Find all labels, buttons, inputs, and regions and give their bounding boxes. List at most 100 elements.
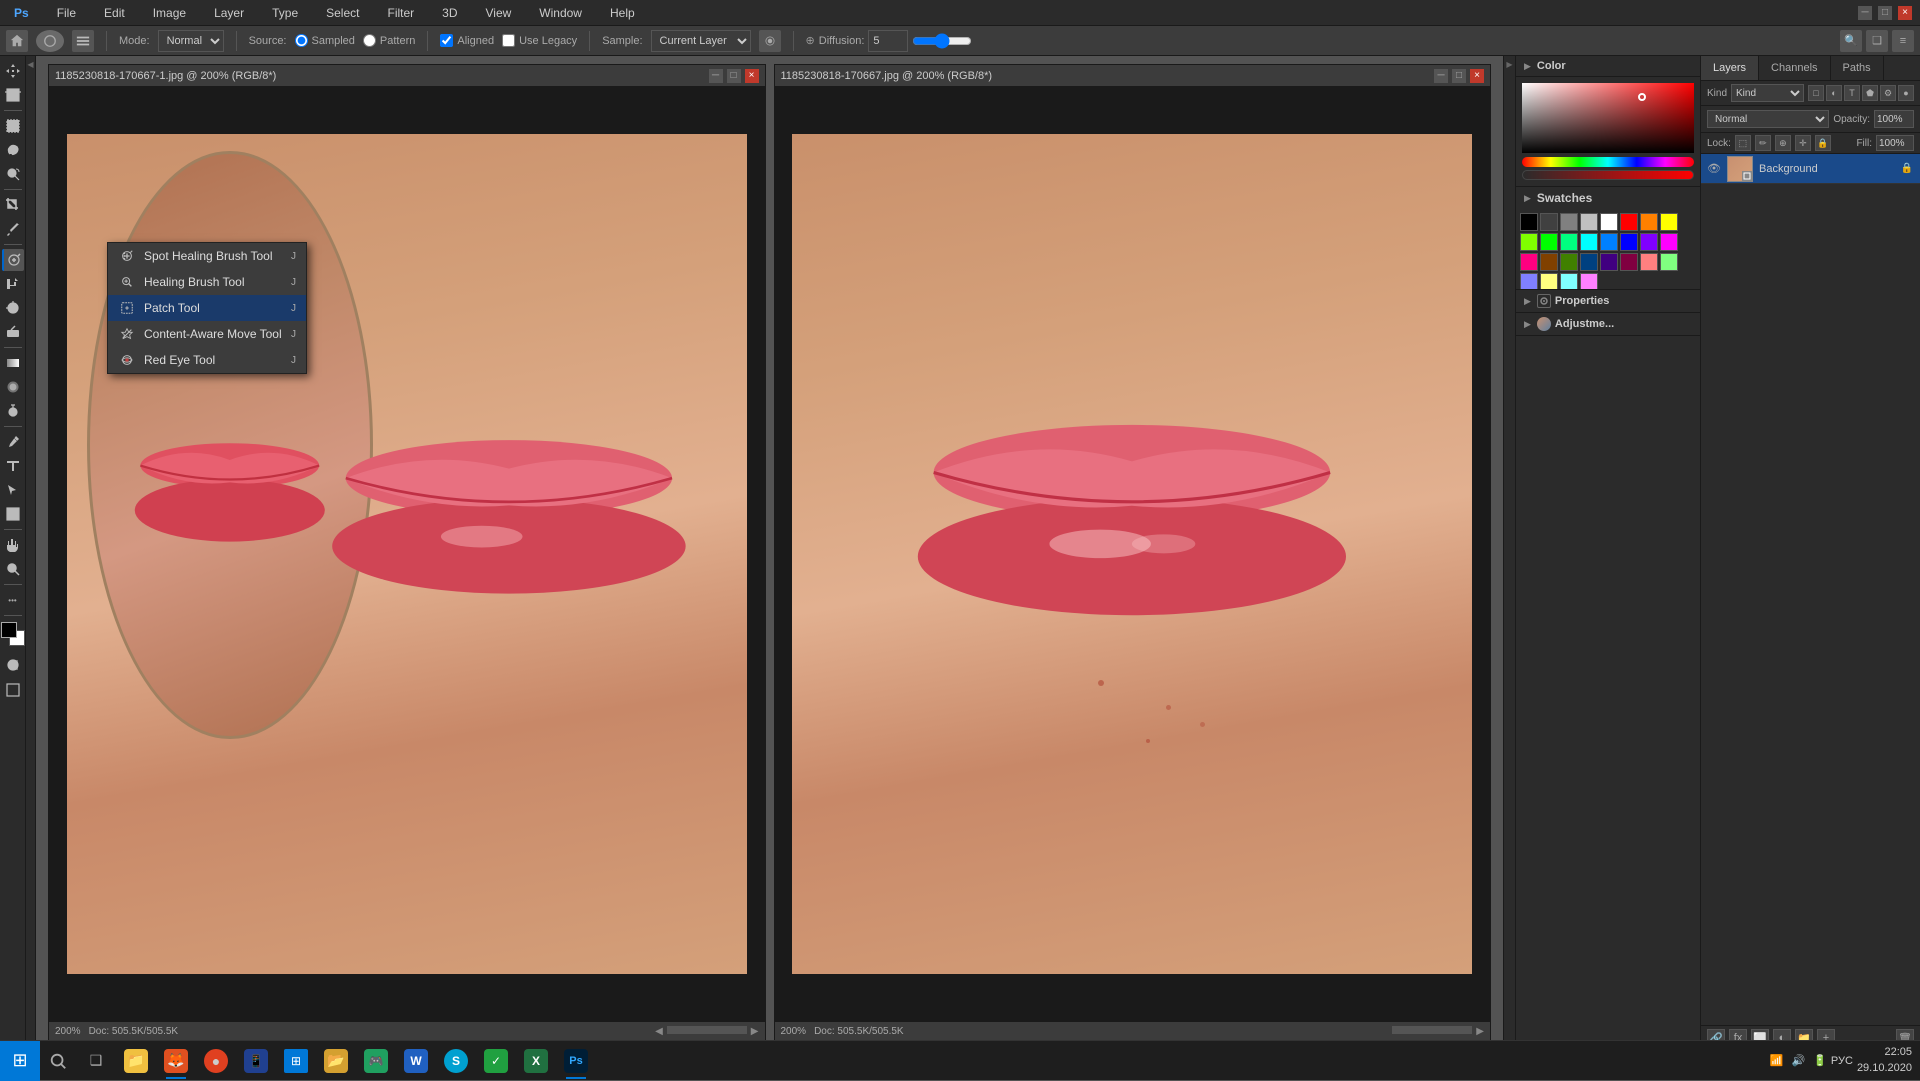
adjustments-expand-icon[interactable]: ▶ bbox=[1524, 319, 1531, 330]
swatch-00ff00[interactable] bbox=[1540, 233, 1558, 251]
filter-toggle-btn[interactable]: ● bbox=[1898, 85, 1914, 101]
ctx-spot-healing[interactable]: Spot Healing Brush Tool J bbox=[108, 243, 306, 269]
hscrollbar-2[interactable] bbox=[1392, 1026, 1472, 1034]
aligned-checkbox[interactable]: Aligned bbox=[440, 34, 494, 47]
dodge-btn[interactable] bbox=[2, 400, 24, 422]
doc-minimize-1[interactable]: ─ bbox=[709, 69, 723, 83]
swatch-ffff00[interactable] bbox=[1660, 213, 1678, 231]
tool-options-icon[interactable] bbox=[72, 30, 94, 52]
close-btn[interactable]: × bbox=[1898, 6, 1912, 20]
ctx-content-aware[interactable]: Content-Aware Move Tool J bbox=[108, 321, 306, 347]
scroll-right-2[interactable]: ▶ bbox=[1476, 1026, 1484, 1037]
alpha-slider[interactable] bbox=[1522, 170, 1694, 180]
blend-mode-dropdown[interactable]: Normal bbox=[1707, 110, 1829, 128]
swatch-804000[interactable] bbox=[1540, 253, 1558, 271]
swatch-8080ff[interactable] bbox=[1520, 273, 1538, 289]
doc-maximize-2[interactable]: □ bbox=[1452, 69, 1466, 83]
menu-window[interactable]: Window bbox=[533, 4, 588, 22]
arrange-btn[interactable]: ❑ bbox=[1866, 30, 1888, 52]
lasso-tool-btn[interactable] bbox=[2, 139, 24, 161]
swatch-0080ff[interactable] bbox=[1600, 233, 1618, 251]
diffusion-slider[interactable] bbox=[912, 34, 972, 48]
filter-pixel-btn[interactable]: □ bbox=[1808, 85, 1824, 101]
marquee-tool-btn[interactable] bbox=[2, 115, 24, 137]
move-tool-btn[interactable] bbox=[2, 60, 24, 82]
ctx-patch-tool[interactable]: Patch Tool J bbox=[108, 295, 306, 321]
quick-select-btn[interactable] bbox=[2, 163, 24, 185]
ctx-healing-brush[interactable]: Healing Brush Tool J bbox=[108, 269, 306, 295]
network-icon[interactable]: 📶 bbox=[1770, 1054, 1784, 1067]
artboard-tool-btn[interactable] bbox=[2, 84, 24, 106]
taskbar-app-folder2[interactable]: 📂 bbox=[316, 1041, 356, 1081]
clone-stamp-btn[interactable] bbox=[2, 273, 24, 295]
doc-maximize-1[interactable]: □ bbox=[727, 69, 741, 83]
gradient-btn[interactable] bbox=[2, 352, 24, 374]
menu-3d[interactable]: 3D bbox=[436, 4, 463, 22]
shape-tool-btn[interactable] bbox=[2, 503, 24, 525]
swatch-ffffff[interactable] bbox=[1600, 213, 1618, 231]
menu-image[interactable]: Image bbox=[147, 4, 192, 22]
filter-adj-btn[interactable]: ◐ bbox=[1826, 85, 1842, 101]
fill-input[interactable] bbox=[1876, 135, 1914, 151]
taskbar-app-game[interactable]: 🎮 bbox=[356, 1041, 396, 1081]
swatch-408000[interactable] bbox=[1560, 253, 1578, 271]
search-btn[interactable]: 🔍 bbox=[1840, 30, 1862, 52]
filter-type-btn[interactable]: T bbox=[1844, 85, 1860, 101]
swatch-800040[interactable] bbox=[1620, 253, 1638, 271]
scroll-left-1[interactable]: ◀ bbox=[655, 1026, 663, 1037]
kind-dropdown[interactable]: Kind bbox=[1731, 84, 1804, 102]
menu-select[interactable]: Select bbox=[320, 4, 365, 22]
color-spectrum[interactable] bbox=[1522, 83, 1694, 153]
doc-close-1[interactable]: × bbox=[745, 69, 759, 83]
start-button[interactable]: ⊞ bbox=[0, 1041, 40, 1081]
brush-preset-btn[interactable] bbox=[36, 30, 64, 52]
ps-logo[interactable]: Ps bbox=[8, 4, 35, 22]
swatch-80ff00[interactable] bbox=[1520, 233, 1538, 251]
taskbar-file-explorer[interactable]: 📁 bbox=[116, 1041, 156, 1081]
swatch-400080[interactable] bbox=[1600, 253, 1618, 271]
zoom-tool-btn[interactable] bbox=[2, 558, 24, 580]
layer-visibility-eye[interactable]: 👁 bbox=[1707, 162, 1721, 176]
taskbar-app-win[interactable]: ⊞ bbox=[276, 1041, 316, 1081]
swatch-80ffff[interactable] bbox=[1560, 273, 1578, 289]
hscrollbar-1[interactable] bbox=[667, 1026, 747, 1034]
source-sampled-option[interactable]: Sampled bbox=[295, 34, 355, 47]
hue-slider[interactable] bbox=[1522, 157, 1694, 167]
properties-expand-icon[interactable]: ▶ bbox=[1524, 296, 1531, 307]
pen-tool-btn[interactable] bbox=[2, 431, 24, 453]
collapse-btn[interactable]: ◀ bbox=[26, 60, 35, 69]
blur-btn[interactable] bbox=[2, 376, 24, 398]
more-tools-btn[interactable]: ••• bbox=[2, 589, 24, 611]
swatch-000000[interactable] bbox=[1520, 213, 1538, 231]
fg-color-swatch[interactable] bbox=[1, 622, 17, 638]
swatch-ff8080[interactable] bbox=[1640, 253, 1658, 271]
history-brush-btn[interactable] bbox=[2, 297, 24, 319]
taskbar-app-blue[interactable]: 📱 bbox=[236, 1041, 276, 1081]
lock-all-btn[interactable]: 🔒 bbox=[1815, 135, 1831, 151]
swatch-00ffff[interactable] bbox=[1580, 233, 1598, 251]
taskbar-app-word[interactable]: W bbox=[396, 1041, 436, 1081]
lock-transparent-btn[interactable]: ⬚ bbox=[1735, 135, 1751, 151]
menu-type[interactable]: Type bbox=[266, 4, 304, 22]
scroll-right-1[interactable]: ▶ bbox=[751, 1026, 759, 1037]
taskbar-search-btn[interactable] bbox=[40, 1043, 76, 1079]
minimize-btn[interactable]: ─ bbox=[1858, 6, 1872, 20]
diffusion-input[interactable] bbox=[868, 30, 908, 52]
doc-close-2[interactable]: × bbox=[1470, 69, 1484, 83]
swatches-expand-icon[interactable]: ▶ bbox=[1524, 193, 1531, 204]
mode-dropdown[interactable]: Normal bbox=[158, 30, 224, 52]
swatch-ff00ff[interactable] bbox=[1660, 233, 1678, 251]
panel-expand-icon[interactable]: ▶ bbox=[1524, 61, 1531, 72]
type-tool-btn[interactable] bbox=[2, 455, 24, 477]
swatch-80ff80[interactable] bbox=[1660, 253, 1678, 271]
tab-paths[interactable]: Paths bbox=[1831, 56, 1884, 80]
swatch-ff0080[interactable] bbox=[1520, 253, 1538, 271]
taskbar-app-skype[interactable]: S bbox=[436, 1041, 476, 1081]
swatch-c0c0c0[interactable] bbox=[1580, 213, 1598, 231]
menu-filter[interactable]: Filter bbox=[381, 4, 420, 22]
taskbar-task-view[interactable]: ❑ bbox=[76, 1041, 116, 1081]
taskbar-app-check[interactable]: ✓ bbox=[476, 1041, 516, 1081]
healing-brush-tool-btn[interactable] bbox=[2, 249, 24, 271]
lock-position-btn[interactable]: ✛ bbox=[1795, 135, 1811, 151]
volume-icon[interactable]: 🔊 bbox=[1792, 1054, 1806, 1067]
